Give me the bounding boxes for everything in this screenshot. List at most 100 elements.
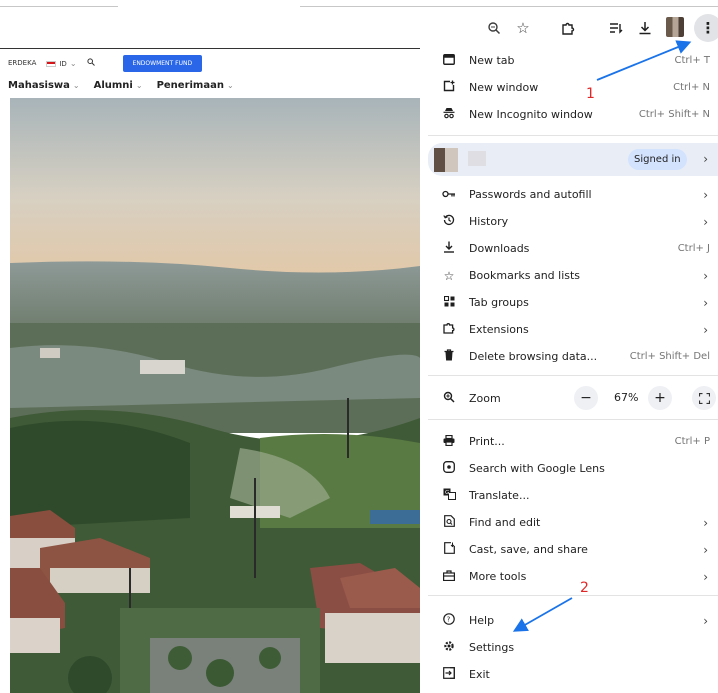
toolbox-icon — [441, 569, 457, 584]
bookmark-star-icon[interactable]: ☆ — [510, 14, 536, 42]
menu-item-more-tools[interactable]: More tools › — [428, 563, 718, 590]
new-window-icon — [441, 80, 457, 95]
profile-avatar[interactable] — [666, 17, 684, 37]
zoom-icon — [441, 391, 457, 406]
menu-item-search-with-google-lens[interactable]: Search with Google Lens — [428, 455, 718, 482]
menu-item-new-incognito-window[interactable]: New Incognito window Ctrl+ Shift+ N — [428, 101, 718, 128]
menu-shortcut: Ctrl+ T — [674, 55, 710, 66]
chevron-right-icon: › — [703, 613, 708, 628]
signed-in-chip: Signed in — [628, 149, 687, 170]
menu-item-downloads[interactable]: Downloads Ctrl+ J — [428, 235, 718, 262]
plus-icon: + — [654, 390, 666, 406]
svg-text:G: G — [445, 490, 449, 496]
chrome-main-menu: New tab Ctrl+ T New window Ctrl+ N New I… — [428, 44, 718, 693]
menu-item-extensions[interactable]: Extensions › — [428, 316, 718, 343]
menu-label: Bookmarks and lists — [469, 269, 581, 282]
menu-label: Search with Google Lens — [469, 462, 605, 475]
menu-item-translate[interactable]: G Translate... — [428, 482, 718, 509]
menu-label: Extensions — [469, 323, 529, 336]
menu-label: Delete browsing data... — [469, 350, 598, 363]
chevron-right-icon: › — [703, 542, 708, 557]
menu-item-delete-browsing-data[interactable]: Delete browsing data... Ctrl+ Shift+ Del — [428, 343, 718, 370]
menu-label: New Incognito window — [469, 108, 593, 121]
menu-label: Cast, save, and share — [469, 543, 588, 556]
menu-item-zoom: Zoom — [428, 385, 718, 412]
profile-avatar — [434, 148, 458, 172]
menu-item-new-tab[interactable]: New tab Ctrl+ T — [428, 47, 718, 74]
menu-label: Print... — [469, 435, 505, 448]
history-icon — [441, 214, 457, 229]
menu-shortcut: Ctrl+ P — [674, 436, 710, 447]
new-tab-icon — [441, 53, 457, 68]
exit-icon — [441, 667, 457, 682]
nav-label: Penerimaan — [156, 80, 224, 91]
zoom-icon[interactable] — [481, 14, 507, 42]
menu-item-help[interactable]: ? Help › — [428, 607, 718, 634]
menu-item-cast-save-and-share[interactable]: Cast, save, and share › — [428, 536, 718, 563]
profile-row[interactable]: Signed in › — [428, 143, 718, 176]
menu-item-bookmarks-and-lists[interactable]: ☆ Bookmarks and lists › — [428, 262, 718, 289]
menu-label: More tools — [469, 570, 527, 583]
star-icon: ☆ — [443, 268, 455, 283]
menu-item-exit[interactable]: Exit — [428, 661, 718, 688]
chevron-down-icon: ⌄ — [226, 81, 234, 90]
search-icon[interactable] — [86, 58, 95, 68]
nav-item-mahasiswa[interactable]: Mahasiswa ⌄ — [8, 80, 80, 91]
fullscreen-icon — [698, 392, 710, 404]
settings-gear-icon — [441, 640, 457, 655]
menu-divider — [428, 375, 718, 376]
menu-divider — [428, 419, 718, 420]
chevron-right-icon: › — [703, 152, 708, 166]
nav-item-alumni[interactable]: Alumni ⌄ — [94, 80, 143, 91]
browser-toolbar: ☆ ⋮ — [0, 14, 718, 44]
zoom-out-button[interactable]: − — [574, 386, 598, 410]
extensions-icon[interactable] — [554, 14, 580, 42]
zoom-in-button[interactable]: + — [648, 386, 672, 410]
menu-item-tab-groups[interactable]: Tab groups › — [428, 289, 718, 316]
language-selector[interactable]: ID ⌄ — [46, 59, 77, 68]
tab-groups-icon — [441, 295, 457, 310]
menu-divider — [428, 595, 718, 596]
download-icon[interactable] — [632, 14, 658, 42]
menu-label: History — [469, 215, 509, 228]
find-icon — [441, 515, 457, 530]
menu-label: New tab — [469, 54, 515, 67]
menu-item-passwords-and-autofill[interactable]: Passwords and autofill › — [428, 181, 718, 208]
menu-label: Settings — [469, 641, 515, 654]
menu-item-print[interactable]: Print... Ctrl+ P — [428, 428, 718, 455]
incognito-icon — [441, 107, 457, 122]
nav-label: Alumni — [93, 80, 133, 91]
chevron-right-icon: › — [703, 515, 708, 530]
top-link[interactable]: ERDEKA — [8, 59, 36, 67]
cast-icon — [441, 542, 457, 557]
help-icon: ? — [441, 613, 457, 628]
menu-label: Tab groups — [469, 296, 529, 309]
chevron-right-icon: › — [703, 295, 708, 310]
key-icon — [441, 188, 457, 202]
fullscreen-button[interactable] — [692, 386, 716, 410]
chevron-down-icon: ⌄ — [135, 81, 143, 90]
menu-label: Translate... — [469, 489, 530, 502]
minus-icon: − — [580, 390, 592, 406]
annotation-label-1: 1 — [586, 86, 595, 102]
tab-strip-line — [300, 6, 718, 7]
menu-item-new-window[interactable]: New window Ctrl+ N — [428, 74, 718, 101]
menu-item-find-and-edit[interactable]: Find and edit › — [428, 509, 718, 536]
menu-item-settings[interactable]: Settings — [428, 634, 718, 661]
menu-label: Find and edit — [469, 516, 541, 529]
menu-label: Zoom — [469, 392, 501, 405]
annotation-label-2: 2 — [580, 580, 589, 596]
nav-item-penerimaan[interactable]: Penerimaan ⌄ — [157, 80, 234, 91]
svg-text:?: ? — [447, 616, 451, 624]
language-label: ID — [59, 59, 67, 68]
menu-item-history[interactable]: History › — [428, 208, 718, 235]
download-icon — [441, 241, 457, 256]
menu-shortcut: Ctrl+ N — [673, 82, 710, 93]
more-menu-icon[interactable]: ⋮ — [694, 14, 718, 42]
menu-label: Passwords and autofill — [469, 188, 592, 201]
endowment-fund-button[interactable]: ENDOWMENT FUND — [122, 54, 203, 72]
reading-list-icon[interactable] — [603, 14, 629, 42]
chevron-right-icon: › — [703, 569, 708, 584]
website-header: ERDEKA ID ⌄ ENDOWMENT FUND Mahasiswa ⌄ Alu… — [0, 48, 420, 98]
menu-shortcut: Ctrl+ J — [677, 243, 710, 254]
